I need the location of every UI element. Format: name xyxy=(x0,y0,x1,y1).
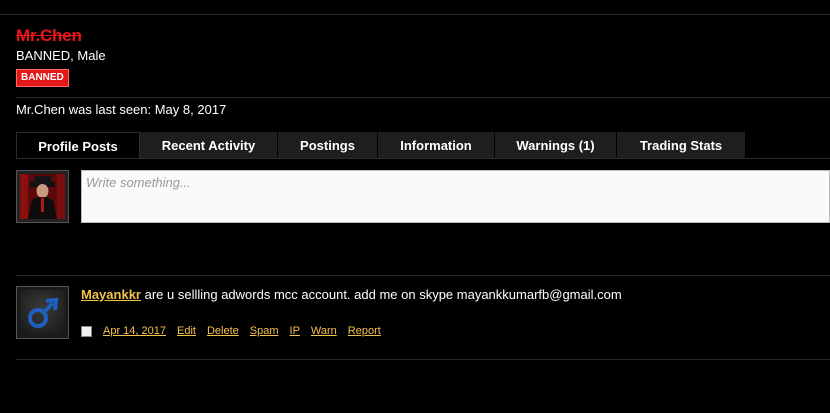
delete-link[interactable]: Delete xyxy=(207,325,239,337)
post-meta: Apr 14, 2017 Edit Delete Spam IP Warn Re… xyxy=(81,325,392,337)
post-date-link[interactable]: Apr 14, 2017 xyxy=(103,325,166,337)
post-author-link[interactable]: Mayankkr xyxy=(81,287,141,302)
warn-link[interactable]: Warn xyxy=(311,325,337,337)
tab-postings[interactable]: Postings xyxy=(278,132,378,159)
last-seen-text: Mr.Chen was last seen: May 8, 2017 xyxy=(16,102,227,117)
profile-username[interactable]: Mr.Chen xyxy=(16,26,82,46)
tab-underline xyxy=(16,158,830,159)
tab-warnings[interactable]: Warnings (1) xyxy=(495,132,617,159)
ip-link[interactable]: IP xyxy=(290,325,300,337)
profile-user-title: BANNED, Male xyxy=(16,48,106,63)
current-user-avatar[interactable] xyxy=(16,170,69,223)
profile-tabs: Profile Posts Recent Activity Postings I… xyxy=(16,132,746,159)
spam-link[interactable]: Spam xyxy=(250,325,279,337)
divider xyxy=(16,275,830,276)
tab-profile-posts[interactable]: Profile Posts xyxy=(16,132,140,159)
post-author-avatar[interactable] xyxy=(16,286,69,339)
avatar-image xyxy=(20,174,65,219)
profile-post-input[interactable]: Write something... xyxy=(81,170,830,223)
post-select-checkbox[interactable] xyxy=(81,325,92,337)
post-content: Mayankkr are u sellling adwords mcc acco… xyxy=(81,287,622,302)
tab-recent-activity[interactable]: Recent Activity xyxy=(140,132,278,159)
top-divider xyxy=(0,14,830,15)
edit-link[interactable]: Edit xyxy=(177,325,196,337)
tab-trading-stats[interactable]: Trading Stats xyxy=(617,132,746,159)
post-message: are u sellling adwords mcc account. add … xyxy=(144,287,622,302)
report-link[interactable]: Report xyxy=(348,325,381,337)
tab-information[interactable]: Information xyxy=(378,132,495,159)
divider xyxy=(16,359,830,360)
banned-badge: BANNED xyxy=(16,69,69,87)
male-symbol-icon xyxy=(28,297,59,328)
divider xyxy=(16,97,830,98)
